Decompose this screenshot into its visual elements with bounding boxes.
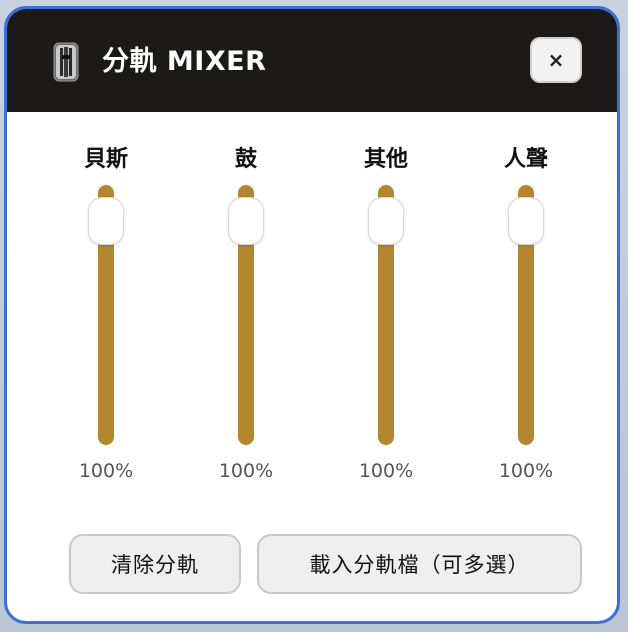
channel-value: 100%: [78, 460, 134, 482]
volume-slider-thumb[interactable]: [88, 197, 124, 245]
channel-label: 人聲: [503, 147, 548, 172]
channel-value: 100%: [218, 460, 274, 482]
channel-value: 100%: [498, 460, 554, 482]
channel-bass: 貝斯 100%: [56, 112, 156, 492]
volume-slider-thumb[interactable]: [368, 197, 404, 245]
mixer-channels: 貝斯 100% 鼓 100% 其他 100% 人聲 100%: [7, 112, 617, 492]
channel-value: 100%: [358, 460, 414, 482]
mixer-dialog: 分軌 MIXER × 貝斯 100% 鼓 100% 其他 100% 人聲 100…: [4, 6, 620, 624]
channel-label: 鼓: [234, 147, 257, 172]
channel-label: 其他: [363, 147, 408, 172]
dialog-title: 分軌 MIXER: [102, 46, 267, 77]
close-button[interactable]: ×: [530, 37, 582, 83]
volume-slider-thumb[interactable]: [508, 197, 544, 245]
dialog-header: 分軌 MIXER ×: [7, 9, 617, 112]
volume-slider-thumb[interactable]: [228, 197, 264, 245]
channel-label: 貝斯: [83, 147, 128, 172]
channel-other: 其他 100%: [336, 112, 436, 492]
mixer-slider-icon: [53, 42, 79, 82]
clear-stems-button[interactable]: 清除分軌: [69, 534, 241, 594]
channel-vocals: 人聲 100%: [476, 112, 576, 492]
channel-drums: 鼓 100%: [196, 112, 296, 492]
load-stems-button[interactable]: 載入分軌檔（可多選）: [257, 534, 582, 594]
